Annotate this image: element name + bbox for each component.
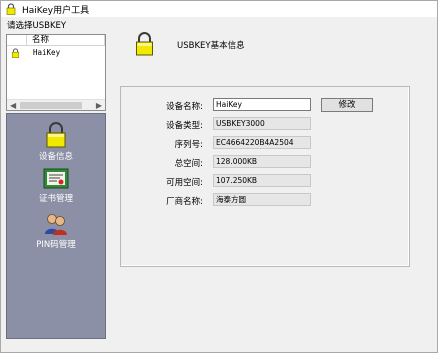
- device-type-value: USBKEY3000: [213, 117, 311, 130]
- column-divider: [26, 35, 27, 46]
- nav-label: 设备信息: [38, 152, 73, 162]
- vendor-name-value: 海泰方圆: [213, 193, 311, 206]
- device-name-label: 设备名称:: [166, 102, 203, 112]
- app-window: HaiKey用户工具 请选择USBKEY 名称 HaiKey ◀ ▶ 设备信息 …: [0, 0, 438, 353]
- title-bar: HaiKey用户工具: [1, 1, 437, 17]
- lock-icon: [6, 3, 16, 15]
- device-type-label: 设备类型:: [166, 121, 203, 131]
- users-icon: [45, 214, 67, 235]
- list-item-label: HaiKey: [33, 48, 61, 57]
- free-space-label: 可用空间:: [166, 178, 203, 188]
- serial-number-label: 序列号:: [174, 140, 203, 150]
- column-divider: [104, 35, 105, 46]
- lock-icon: [136, 32, 153, 56]
- scrollbar-thumb[interactable]: [20, 102, 82, 109]
- free-space-value: 107.250KB: [213, 174, 311, 187]
- device-name-input[interactable]: HaiKey: [213, 98, 311, 111]
- list-header: 名称: [7, 35, 105, 46]
- usbkey-list[interactable]: 名称 HaiKey ◀ ▶: [6, 34, 106, 111]
- serial-number-value: EC4664220B4A2504: [213, 136, 311, 149]
- vendor-name-label: 厂商名称:: [166, 197, 203, 207]
- total-space-value: 128.000KB: [213, 155, 311, 168]
- nav-item-pin-manage[interactable]: PIN码管理: [7, 212, 105, 250]
- nav-item-device-info[interactable]: 设备信息: [7, 122, 105, 162]
- total-space-label: 总空间:: [174, 159, 203, 169]
- lock-icon: [11, 47, 20, 58]
- nav-item-certificate[interactable]: 证书管理: [7, 168, 105, 204]
- horizontal-scrollbar[interactable]: ◀ ▶: [7, 99, 105, 110]
- nav-sidebar: 设备信息 证书管理 PIN码管理: [6, 113, 106, 339]
- column-header-name[interactable]: 名称: [32, 35, 49, 46]
- select-usbkey-label: 请选择USBKEY: [7, 21, 67, 31]
- nav-label: 证书管理: [38, 194, 73, 204]
- lock-icon: [46, 122, 66, 148]
- panel-title: USBKEY基本信息: [177, 41, 245, 51]
- scroll-right-icon[interactable]: ▶: [96, 100, 102, 111]
- modify-button[interactable]: 修改: [321, 98, 373, 112]
- list-item[interactable]: HaiKey: [8, 47, 104, 58]
- nav-label: PIN码管理: [36, 240, 76, 250]
- certificate-icon: [43, 168, 69, 189]
- scroll-left-icon[interactable]: ◀: [10, 100, 16, 111]
- window-title: HaiKey用户工具: [22, 5, 90, 16]
